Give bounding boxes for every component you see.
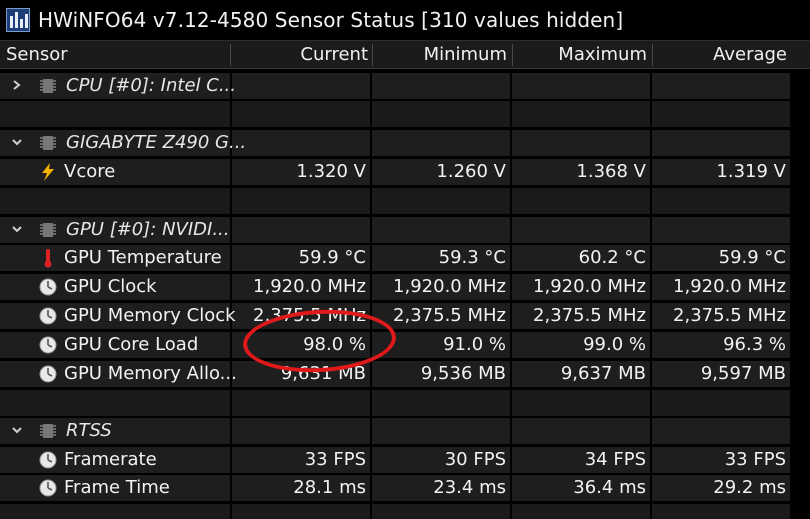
average-value: 1,920.0 MHz (673, 276, 786, 297)
sensor-row[interactable]: GPU Clock 1,920.0 MHz 1,920.0 MHz 1,920.… (0, 273, 810, 301)
average-value: 33 FPS (724, 449, 786, 470)
clock-icon (39, 479, 57, 497)
current-value: 1.320 V (296, 161, 366, 182)
chevron-down-icon[interactable] (12, 425, 22, 435)
minimum-value: 1,920.0 MHz (393, 276, 506, 297)
maximum-value: 99.0 % (583, 334, 646, 355)
chevron-down-icon[interactable] (12, 224, 22, 234)
current-value: 33 FPS (304, 449, 366, 470)
current-value: 1,920.0 MHz (253, 276, 366, 297)
chip-icon (40, 79, 56, 93)
current-value: 9,631 MB (280, 363, 366, 384)
sensor-label: Vcore (64, 161, 116, 182)
sensor-row[interactable]: Vcore 1.320 V 1.260 V 1.368 V 1.319 V (0, 158, 810, 186)
chip-icon (40, 223, 56, 237)
spacer-row (0, 503, 810, 519)
chip-icon (40, 424, 56, 438)
minimum-value: 1.260 V (436, 161, 506, 182)
current-value: 98.0 % (303, 334, 366, 355)
sensor-label: GPU Memory Allo... (64, 363, 237, 384)
spacer-row (0, 187, 810, 215)
average-value: 2,375.5 MHz (673, 305, 786, 326)
group-row-rtss[interactable]: RTSS (0, 417, 810, 445)
sensor-column-header[interactable]: Sensor (6, 41, 68, 69)
group-row-motherboard[interactable]: GIGABYTE Z490 G... (0, 129, 810, 157)
average-value: 59.9 °C (718, 247, 786, 268)
lightning-bolt-icon (42, 163, 54, 181)
current-value: 2,375.5 MHz (253, 305, 366, 326)
sensor-row[interactable]: GPU Memory Clock 2,375.5 MHz 2,375.5 MHz… (0, 302, 810, 330)
window-title: HWiNFO64 v7.12-4580 Sensor Status [310 v… (38, 8, 624, 32)
spacer-row (0, 389, 810, 417)
average-value: 9,597 MB (700, 363, 786, 384)
sensor-row[interactable]: GPU Temperature 59.9 °C 59.3 °C 60.2 °C … (0, 244, 810, 272)
maximum-value: 2,375.5 MHz (533, 305, 646, 326)
maximum-value: 1,920.0 MHz (533, 276, 646, 297)
column-header: Sensor Current Minimum Maximum Average (0, 40, 810, 69)
thermometer-icon (44, 249, 52, 268)
maximum-column-header[interactable]: Maximum (513, 41, 647, 69)
sensor-row[interactable]: Frame Time 28.1 ms 23.4 ms 36.4 ms 29.2 … (0, 474, 810, 502)
group-name: RTSS (66, 420, 112, 441)
maximum-value: 36.4 ms (573, 477, 646, 498)
clock-icon (39, 278, 57, 296)
minimum-value: 23.4 ms (433, 477, 506, 498)
spacer-row (0, 100, 810, 128)
minimum-value: 59.3 °C (438, 247, 506, 268)
minimum-value: 91.0 % (443, 334, 506, 355)
maximum-value: 9,637 MB (560, 363, 646, 384)
sensor-label: GPU Memory Clock (64, 305, 236, 326)
average-value: 29.2 ms (713, 477, 786, 498)
average-value: 1.319 V (716, 161, 786, 182)
minimum-value: 9,536 MB (420, 363, 506, 384)
group-name: GPU [#0]: NVIDI... (66, 219, 230, 240)
sensor-row[interactable]: GPU Memory Allo... 9,631 MB 9,536 MB 9,6… (0, 360, 810, 388)
minimum-value: 2,375.5 MHz (393, 305, 506, 326)
group-name: CPU [#0]: Intel C... (66, 75, 236, 96)
maximum-value: 34 FPS (584, 449, 646, 470)
chevron-right-icon[interactable] (12, 80, 22, 90)
group-name: GIGABYTE Z490 G... (66, 132, 247, 153)
title-bar: HWiNFO64 v7.12-4580 Sensor Status [310 v… (0, 0, 810, 40)
hwinfo-app-icon (6, 8, 30, 32)
sensor-label: Framerate (64, 449, 157, 470)
clock-icon (39, 336, 57, 354)
clock-icon (39, 451, 57, 469)
clock-icon (39, 365, 57, 383)
average-column-header[interactable]: Average (653, 41, 787, 69)
group-row-cpu[interactable]: CPU [#0]: Intel C... (0, 72, 810, 100)
sensor-row[interactable]: Framerate 33 FPS 30 FPS 34 FPS 33 FPS (0, 446, 810, 474)
maximum-value: 60.2 °C (578, 247, 646, 268)
chip-icon (40, 136, 56, 150)
sensor-row[interactable]: GPU Core Load 98.0 % 91.0 % 99.0 % 96.3 … (0, 331, 810, 359)
current-value: 59.9 °C (298, 247, 366, 268)
chevron-down-icon[interactable] (12, 137, 22, 147)
minimum-column-header[interactable]: Minimum (373, 41, 507, 69)
current-value: 28.1 ms (293, 477, 366, 498)
sensor-label: Frame Time (64, 477, 170, 498)
sensor-label: GPU Core Load (64, 334, 199, 355)
sensor-label: GPU Temperature (64, 247, 222, 268)
sensor-label: GPU Clock (64, 276, 157, 297)
average-value: 96.3 % (723, 334, 786, 355)
group-row-gpu[interactable]: GPU [#0]: NVIDI... (0, 216, 810, 244)
minimum-value: 30 FPS (444, 449, 506, 470)
current-column-header[interactable]: Current (231, 41, 368, 69)
clock-icon (39, 307, 57, 325)
maximum-value: 1.368 V (576, 161, 646, 182)
